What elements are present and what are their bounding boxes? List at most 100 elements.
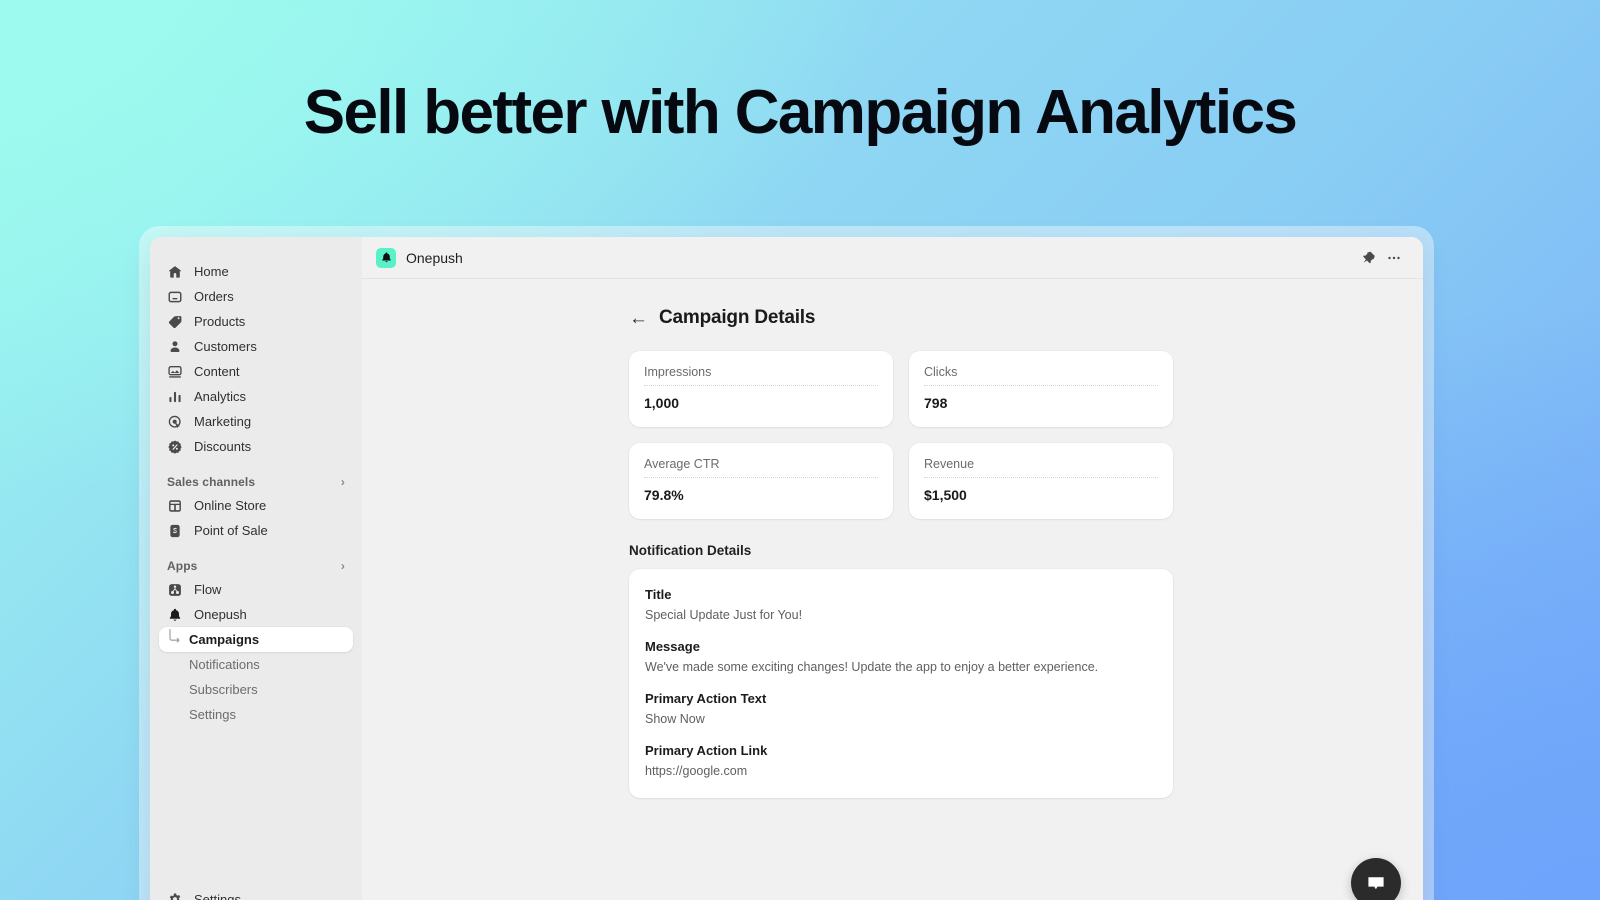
metric-card-average-ctr: Average CTR 79.8% [629, 443, 893, 519]
notification-details-card: Title Special Update Just for You! Messa… [629, 569, 1173, 798]
section-title: Apps [167, 559, 198, 573]
sidebar-item-label: Settings [194, 892, 241, 900]
sidebar-item-products[interactable]: Products [159, 309, 353, 334]
more-horizontal-icon[interactable] [1381, 245, 1407, 271]
sidebar-item-label: Orders [194, 289, 234, 304]
metric-value: 1,000 [644, 395, 680, 411]
sidebar-item-label: Point of Sale [194, 523, 268, 538]
sidebar-item-label: Products [194, 314, 246, 329]
metric-card-revenue: Revenue $1,500 [909, 443, 1173, 519]
field-label: Primary Action Link [645, 743, 768, 758]
orders-inbox-icon [167, 289, 183, 305]
metric-label: Average CTR [644, 457, 878, 478]
sidebar-item-flow[interactable]: Flow [159, 577, 353, 602]
page-root: Sell better with Campaign Analytics Home [0, 0, 1600, 900]
sidebar-item-home[interactable]: Home [159, 259, 353, 284]
app-title: Onepush [406, 249, 463, 266]
flow-icon [167, 582, 183, 598]
page-title: Campaign Details [659, 307, 816, 328]
back-arrow-icon[interactable]: ← [629, 309, 648, 328]
target-icon [167, 414, 183, 430]
home-icon [167, 264, 183, 280]
sidebar-subitem-settings[interactable]: Settings [159, 702, 353, 727]
sidebar-item-label: Customers [194, 339, 257, 354]
sidebar-subitem-label: Campaigns [189, 632, 260, 647]
sidebar-subitem-campaigns[interactable]: Campaigns [159, 627, 353, 652]
point-of-sale-icon [167, 523, 183, 539]
field-label: Message [645, 639, 700, 654]
field-value: Show Now [645, 712, 705, 726]
section-title: Sales channels [167, 475, 256, 489]
metric-value: 798 [924, 395, 948, 411]
sidebar-section-sales-channels[interactable]: Sales channels › [167, 475, 345, 489]
field-primary-action-link: Primary Action Link https://google.com [645, 743, 1157, 778]
sidebar-item-label: Home [194, 264, 229, 279]
page-header: ← Campaign Details [629, 307, 1173, 329]
metric-label: Impressions [644, 365, 878, 386]
sidebar-subitem-label: Notifications [189, 657, 260, 672]
metric-label: Clicks [924, 365, 1158, 386]
sidebar-item-customers[interactable]: Customers [159, 334, 353, 359]
sidebar-item-discounts[interactable]: Discounts [159, 434, 353, 459]
field-label: Title [645, 587, 672, 602]
content-image-icon [167, 364, 183, 380]
storefront-icon [167, 498, 183, 514]
bar-chart-icon [167, 389, 183, 405]
chevron-right-icon: › [340, 475, 345, 489]
bell-icon [167, 607, 183, 623]
sidebar-subitem-label: Settings [189, 707, 236, 722]
metric-card-clicks: Clicks 798 [909, 351, 1173, 427]
app-window-frame: Home Orders Products Customers Content A… [139, 226, 1434, 900]
sidebar-footer: Settings [150, 887, 362, 900]
sidebar-subitem-subscribers[interactable]: Subscribers [159, 677, 353, 702]
sidebar-item-analytics[interactable]: Analytics [159, 384, 353, 409]
metric-label: Revenue [924, 457, 1158, 478]
metric-value: $1,500 [924, 487, 967, 503]
person-icon [167, 339, 183, 355]
page-content: ← Campaign Details Impressions 1,000 Cli… [362, 279, 1423, 900]
field-label: Primary Action Text [645, 691, 767, 706]
tag-icon [167, 314, 183, 330]
pin-icon[interactable] [1355, 245, 1381, 271]
chevron-right-icon: › [340, 559, 345, 573]
sidebar-item-label: Analytics [194, 389, 247, 404]
onepush-app-badge [376, 247, 396, 268]
sidebar-item-label: Online Store [194, 498, 267, 513]
gear-icon [167, 892, 183, 900]
chat-bubble-icon [1368, 877, 1384, 890]
app-topbar: Onepush [362, 237, 1423, 279]
sidebar-item-online-store[interactable]: Online Store [159, 493, 353, 518]
sidebar-section-apps[interactable]: Apps › [167, 559, 345, 573]
metrics-grid: Impressions 1,000 Clicks 798 Average CTR… [629, 351, 1173, 519]
app-window: Home Orders Products Customers Content A… [150, 237, 1423, 900]
metric-value: 79.8% [644, 487, 684, 503]
field-title: Title Special Update Just for You! [645, 587, 1157, 622]
notification-details-heading: Notification Details [629, 543, 752, 558]
field-value: Special Update Just for You! [645, 608, 803, 622]
sidebar-item-label: Marketing [194, 414, 252, 429]
sidebar-scroll-area: Home Orders Products Customers Content A… [150, 259, 362, 887]
sidebar-item-label: Onepush [194, 607, 247, 622]
discount-badge-icon [167, 439, 183, 455]
metric-card-impressions: Impressions 1,000 [629, 351, 893, 427]
sidebar-item-label: Discounts [194, 439, 252, 454]
field-primary-action-text: Primary Action Text Show Now [645, 691, 1157, 726]
hero-headline: Sell better with Campaign Analytics [303, 78, 1298, 147]
field-value[interactable]: https://google.com [645, 764, 1157, 778]
chat-support-button[interactable] [1351, 858, 1401, 900]
main-area: Onepush ← Campaign Details Impressions 1… [362, 237, 1423, 900]
sidebar-subitem-label: Subscribers [189, 682, 258, 697]
sidebar-item-point-of-sale[interactable]: Point of Sale [159, 518, 353, 543]
branch-arrow-icon [169, 629, 180, 643]
sidebar-item-onepush[interactable]: Onepush [159, 602, 353, 627]
sidebar: Home Orders Products Customers Content A… [150, 237, 362, 900]
sidebar-item-content[interactable]: Content [159, 359, 353, 384]
content-column: ← Campaign Details Impressions 1,000 Cli… [629, 307, 1173, 798]
sidebar-item-marketing[interactable]: Marketing [159, 409, 353, 434]
sidebar-subitem-notifications[interactable]: Notifications [159, 652, 353, 677]
sidebar-item-orders[interactable]: Orders [159, 284, 353, 309]
sidebar-item-label: Flow [194, 582, 222, 597]
field-value: We've made some exciting changes! Update… [645, 660, 1099, 674]
sidebar-item-label: Content [194, 364, 240, 379]
sidebar-item-settings[interactable]: Settings [159, 887, 353, 900]
